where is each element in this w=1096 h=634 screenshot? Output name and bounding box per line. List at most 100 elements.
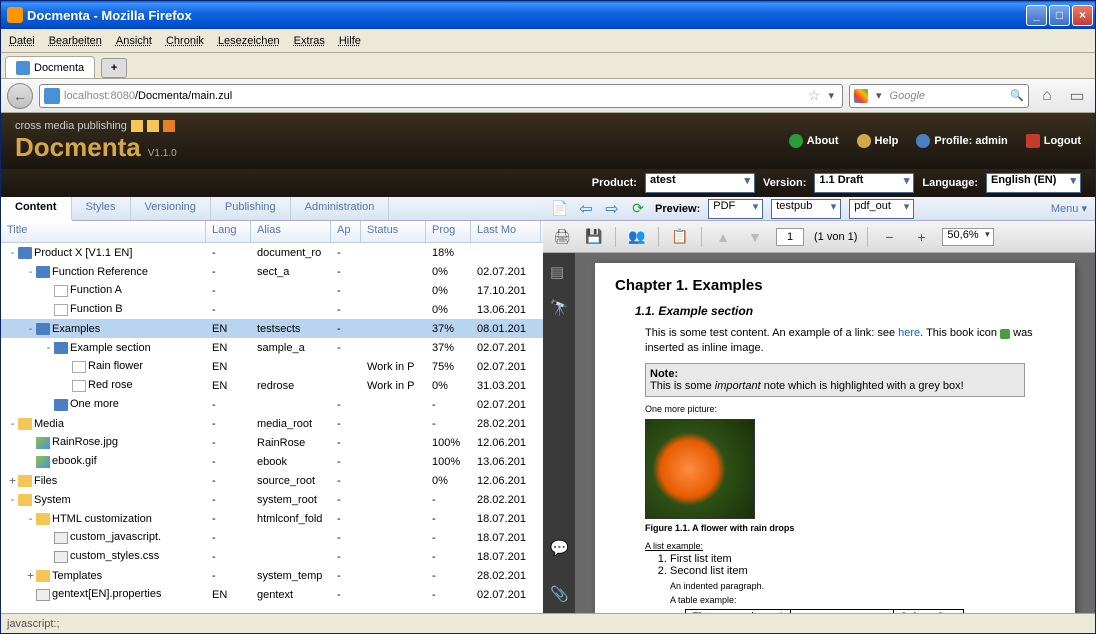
url-bar[interactable]: localhost:8080/Docmenta/main.zul ☆ ▾ — [39, 84, 843, 108]
bookmark-star-icon[interactable]: ☆ — [808, 87, 821, 104]
tree-row[interactable]: custom_javascript.---18.07.201 — [1, 528, 543, 547]
tree-toggle[interactable]: - — [43, 341, 54, 354]
share-icon[interactable]: 👥 — [626, 226, 648, 248]
search-box[interactable]: ▾ Google 🔍 — [849, 84, 1029, 108]
tree-row[interactable]: -Product X [V1.1 EN]-document_ro-18% — [1, 243, 543, 262]
menu-bearbeiten[interactable]: Bearbeiten — [49, 35, 102, 47]
version-select[interactable]: 1.1 Draft — [814, 173, 914, 193]
bookmarks-button[interactable]: ▭ — [1065, 84, 1089, 108]
cell-lang: EN — [206, 380, 251, 392]
tree-row[interactable]: -System-system_root--28.02.201 — [1, 490, 543, 509]
tree-toggle[interactable]: - — [25, 265, 36, 278]
url-dropdown-icon[interactable]: ▾ — [824, 89, 838, 102]
col-lang[interactable]: Lang — [206, 221, 251, 242]
profile-link[interactable]: Profile: admin — [916, 134, 1007, 148]
col-prog[interactable]: Prog — [426, 221, 471, 242]
tree-row[interactable]: -Example sectionENsample_a-37%02.07.201 — [1, 338, 543, 357]
zoom-in-icon[interactable]: + — [910, 226, 932, 248]
language-select[interactable]: English (EN) — [986, 173, 1081, 193]
zoom-out-icon[interactable]: − — [878, 226, 900, 248]
minimize-button[interactable]: _ — [1026, 5, 1047, 26]
page-down-icon[interactable]: ▼ — [744, 226, 766, 248]
tree-row[interactable]: -Function Reference-sect_a-0%02.07.201 — [1, 262, 543, 281]
comments-icon[interactable]: 💬 — [550, 539, 568, 557]
col-alias[interactable]: Alias — [251, 221, 331, 242]
thumbnails-icon[interactable]: ▤ — [550, 263, 568, 281]
col-ap[interactable]: Ap — [331, 221, 361, 242]
col-title[interactable]: Title — [1, 221, 206, 242]
prev-arrow-icon[interactable]: ⇦ — [577, 200, 595, 218]
menu-ansicht[interactable]: Ansicht — [116, 35, 152, 47]
product-select[interactable]: atest — [645, 173, 755, 193]
zoom-select[interactable]: 50,6% — [942, 228, 993, 246]
binoculars-icon[interactable]: 🔭 — [550, 299, 568, 317]
logout-link[interactable]: Logout — [1026, 134, 1081, 148]
tree-row[interactable]: RainRose.jpg-RainRose-100%12.06.201 — [1, 433, 543, 452]
next-arrow-icon[interactable]: ⇨ — [603, 200, 621, 218]
tree-row[interactable]: -ExamplesENtestsects-37%08.01.201 — [1, 319, 543, 338]
brand-name: Docmenta — [15, 132, 141, 162]
tab-versioning[interactable]: Versioning — [131, 197, 211, 220]
tab-content[interactable]: Content — [1, 197, 72, 221]
tree-row[interactable]: Red roseENredroseWork in P0%31.03.201 — [1, 376, 543, 395]
tree-toggle[interactable]: - — [25, 512, 36, 525]
tab-styles[interactable]: Styles — [72, 197, 131, 220]
menu-datei[interactable]: Datei — [9, 35, 35, 47]
refresh-icon[interactable]: ⟳ — [629, 200, 647, 218]
site-identity-icon[interactable] — [44, 88, 60, 104]
print-icon[interactable]: 🖨 — [551, 226, 573, 248]
pdf-page-area[interactable]: Chapter 1. Examples 1.1. Example section… — [575, 253, 1095, 613]
tree-row[interactable]: custom_styles.css---18.07.201 — [1, 547, 543, 566]
menu-extras[interactable]: Extras — [294, 35, 325, 47]
here-link[interactable]: here — [898, 327, 920, 339]
home-button[interactable]: ⌂ — [1035, 84, 1059, 108]
tree-toggle[interactable]: - — [7, 493, 18, 506]
tree-row[interactable]: ebook.gif-ebook-100%13.06.201 — [1, 452, 543, 471]
col-status[interactable]: Status — [361, 221, 426, 242]
page-up-icon[interactable]: ▲ — [712, 226, 734, 248]
open-icon[interactable]: 📋 — [669, 226, 691, 248]
menu-link[interactable]: Menu ▾ — [1051, 202, 1087, 215]
tree-row[interactable]: -HTML customization-htmlconf_fold--18.07… — [1, 509, 543, 528]
pdf-icon[interactable]: 📄 — [551, 200, 569, 218]
user-icon — [916, 134, 930, 148]
tree-toggle[interactable]: + — [7, 474, 18, 487]
close-button[interactable]: × — [1072, 5, 1093, 26]
tab-publishing[interactable]: Publishing — [211, 197, 291, 220]
search-icon[interactable]: 🔍 — [1010, 89, 1024, 102]
tree-row[interactable]: Function B--0%13.06.201 — [1, 300, 543, 319]
menu-hilfe[interactable]: Hilfe — [339, 35, 361, 47]
tree-row[interactable]: Function A--0%17.10.201 — [1, 281, 543, 300]
search-engine-dropdown[interactable]: ▾ — [872, 89, 886, 102]
about-link[interactable]: About — [789, 134, 839, 148]
tree-row[interactable]: +Templates-system_temp--28.02.201 — [1, 566, 543, 585]
tree-toggle[interactable]: - — [7, 417, 18, 430]
tree-row[interactable]: -Media-media_root--28.02.201 — [1, 414, 543, 433]
tree-toggle[interactable]: - — [7, 246, 18, 259]
browser-tab[interactable]: Docmenta — [5, 56, 95, 78]
new-tab-button[interactable]: + — [101, 58, 127, 78]
save-icon[interactable]: 💾 — [583, 226, 605, 248]
tab-administration[interactable]: Administration — [291, 197, 390, 220]
help-link[interactable]: Help — [857, 134, 899, 148]
attachment-icon[interactable]: 📎 — [550, 585, 568, 603]
col-lastmod[interactable]: Last Mo — [471, 221, 541, 242]
tree-row[interactable]: Rain flowerENWork in P75%02.07.201 — [1, 357, 543, 376]
tree-row[interactable]: One more---02.07.201 — [1, 395, 543, 414]
menu-chronik[interactable]: Chronik — [166, 35, 204, 47]
tree-row[interactable]: gentext[EN].propertiesENgentext--02.07.2… — [1, 585, 543, 604]
preview-format-select[interactable]: PDF — [708, 199, 763, 219]
tree-toggle[interactable]: - — [25, 322, 36, 335]
preview-out-select[interactable]: pdf_out — [849, 199, 914, 219]
preview-pub-select[interactable]: testpub — [771, 199, 841, 219]
page-input[interactable] — [776, 228, 804, 246]
tree-toggle[interactable]: + — [25, 569, 36, 582]
cell-ap: - — [331, 589, 361, 601]
tree-body[interactable]: -Product X [V1.1 EN]-document_ro-18%-Fun… — [1, 243, 543, 613]
menu-lesezeichen[interactable]: Lesezeichen — [218, 35, 280, 47]
cell-lang: - — [206, 494, 251, 506]
tree-row[interactable]: +Files-source_root-0%12.06.201 — [1, 471, 543, 490]
back-button[interactable]: ← — [7, 83, 33, 109]
cell-lang: - — [206, 304, 251, 316]
maximize-button[interactable]: □ — [1049, 5, 1070, 26]
